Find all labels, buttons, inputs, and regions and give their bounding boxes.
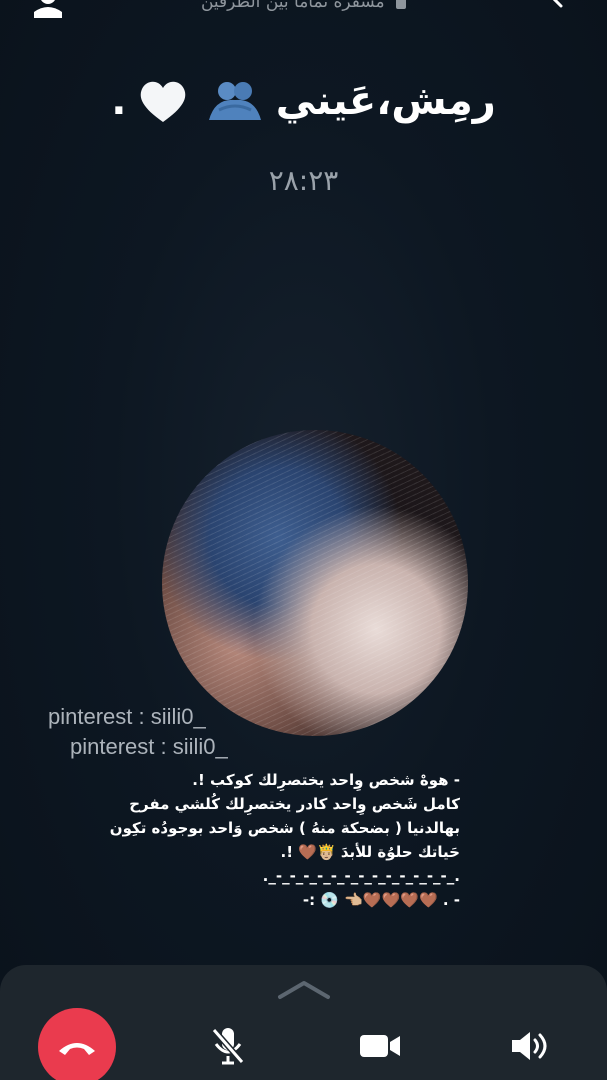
caption-line: كامل شَخص وِاحد كادر يختصرِلك كُلشي مفرح [129, 795, 460, 813]
video-button[interactable] [344, 1010, 416, 1080]
expand-handle-icon[interactable] [276, 975, 332, 1003]
mute-button[interactable] [192, 1010, 264, 1080]
call-duration: ٢٨:٢٣ [268, 164, 339, 197]
caption-line: - هوهْ شخص وِاحد يختصرِلك كوكب !. [192, 771, 460, 789]
speaker-icon [512, 1032, 547, 1060]
end-call-button[interactable] [38, 1008, 116, 1080]
encryption-text: مشفرة تماما بين الطرفين [200, 0, 385, 12]
white-heart-icon [140, 81, 185, 122]
caption-line: - . 🤎🤎🤎🤎👈🏼 💿 :- [302, 891, 460, 909]
mic-off-icon [211, 1028, 245, 1065]
avatar-texture [162, 430, 468, 736]
contact-avatar [162, 430, 468, 736]
caption-line: حَياتك حلوُة للأبدَ 🤴🏼🤎 !. [280, 843, 460, 861]
video-camera-icon [360, 1035, 400, 1057]
name-suffix: . [111, 78, 127, 124]
speaker-button[interactable] [494, 1010, 566, 1080]
watermark-text: pinterest : siili0_ [48, 704, 206, 729]
contact-name: رمِش،عَيني [275, 78, 496, 124]
lock-icon [396, 0, 407, 9]
caption-line: بهالدنيا ( بضحكة منهُ ) شخص وَاحد بوجودُ… [109, 819, 460, 837]
chevron-back-icon[interactable] [545, 0, 573, 20]
watermark-text: pinterest : siili0_ [70, 734, 228, 759]
caption-overlay: - هوهْ شخص وِاحد يختصرِلك كوكب !. كامل ش… [109, 768, 460, 912]
caption-line: ._-_-_-_-_-_-_-_-_-_-_-_-_-_. [262, 867, 460, 885]
call-screen: مشفرة تماما بين الطرفين رمِش،عَيني . ٢٨:… [0, 0, 607, 1080]
top-bar: مشفرة تماما بين الطرفين [0, 0, 607, 22]
contact-name-row: رمِش،عَيني . [0, 78, 607, 124]
end-call-icon [59, 1043, 95, 1055]
people-hugging-icon [208, 82, 261, 120]
encryption-notice: مشفرة تماما بين الطرفين [0, 0, 607, 12]
